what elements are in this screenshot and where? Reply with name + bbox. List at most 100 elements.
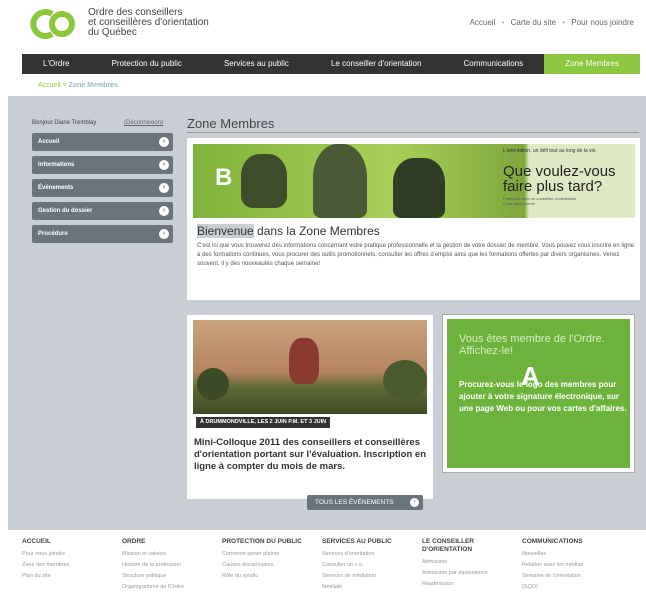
footer-link[interactable]: Nouvelles: [522, 549, 618, 560]
breadcrumb-separator: >: [62, 82, 67, 89]
nav-item-communications[interactable]: Communications: [442, 54, 544, 74]
sidebar-item-label: Gestion du dossier: [38, 208, 93, 214]
footer-link[interactable]: Relation avec les médias: [522, 560, 618, 571]
annotation-marker-b: B: [215, 164, 233, 191]
greeting: Bonjour Diane Tremblay: [32, 120, 97, 126]
event-title-link[interactable]: Mini-Colloque 2011 des conseillers et co…: [194, 437, 430, 473]
footer-column: COMMUNICATIONS Nouvelles Relation avec l…: [522, 538, 622, 596]
site-footer: ACCUEIL Pour nous joindre Zone des membr…: [22, 538, 642, 596]
promo-heading: Vous êtes membre de l'Ordre. Affichez-le…: [459, 333, 605, 357]
chevron-right-icon: ›: [159, 183, 169, 193]
breadcrumb-current: Zone Membres: [68, 82, 118, 89]
title-divider: [187, 132, 639, 133]
chevron-right-icon: ›: [159, 160, 169, 170]
sidebar-item-label: Procédure: [38, 231, 68, 237]
nav-item-conseiller[interactable]: Le conseiller d'orientation: [310, 54, 443, 74]
footer-column: LE CONSEILLER D'ORIENTATION Admission Ad…: [422, 538, 522, 596]
footer-link[interactable]: familiale: [322, 582, 418, 593]
footer-link[interactable]: Organigramme de l'Ordre: [122, 582, 218, 593]
person-image: [289, 338, 319, 384]
util-link-sitemap[interactable]: Carte du site: [511, 18, 556, 27]
footer-heading[interactable]: COMMUNICATIONS: [522, 538, 618, 546]
page-title: Zone Membres: [187, 116, 275, 131]
footer-link[interactable]: Admission: [422, 557, 518, 568]
event-photo[interactable]: [193, 320, 427, 414]
utility-links: Accueil • Carte du site • Pour nous join…: [466, 18, 634, 27]
nav-item-protection[interactable]: Protection du public: [91, 54, 203, 74]
breadcrumb-home[interactable]: Accueil: [38, 82, 61, 89]
promo-text: Procurez-vous le logo des membres pour a…: [459, 380, 627, 413]
sidebar-item-label: Accueil: [38, 139, 60, 145]
logo-text[interactable]: Ordre des conseillers et conseillères d'…: [88, 8, 209, 38]
person-image: [393, 158, 445, 218]
footer-heading[interactable]: ORDRE: [122, 538, 218, 546]
footer-heading[interactable]: PROTECTION DU PUBLIC: [222, 538, 318, 546]
footer-link[interactable]: (SQO): [522, 582, 618, 593]
welcome-heading: Bienvenue dans la Zone Membres: [197, 224, 380, 238]
footer-column: PROTECTION DU PUBLIC Comment porter plai…: [222, 538, 322, 596]
site-header: Ordre des conseillers et conseillères d'…: [0, 0, 646, 52]
button-label: TOUS LES ÉVÉNEMENTS: [315, 499, 394, 506]
banner-small-text: Parlez-en avec un conseiller d'orientati…: [503, 196, 578, 206]
sidebar-item-gestion[interactable]: Gestion du dossier ›: [32, 202, 173, 220]
sidebar-item-evenements[interactable]: Événements ›: [32, 179, 173, 197]
sidebar-item-accueil[interactable]: Accueil ›: [32, 133, 173, 151]
footer-link[interactable]: Admission par équivalence: [422, 568, 518, 579]
chevron-right-icon: ›: [410, 498, 419, 507]
chevron-right-icon: ›: [159, 229, 169, 239]
footer-link[interactable]: Services de médiation: [322, 571, 418, 582]
nav-item-services[interactable]: Services au public: [203, 54, 310, 74]
sidebar-item-informations[interactable]: Informations ›: [32, 156, 173, 174]
breadcrumb: Accueil > Zone Membres: [38, 82, 118, 89]
footer-link[interactable]: Plan du site: [22, 571, 118, 582]
footer-link[interactable]: Semaine de l'orientation: [522, 571, 618, 582]
footer-column: ACCUEIL Pour nous joindre Zone des membr…: [22, 538, 122, 596]
footer-link[interactable]: Mission et valeurs: [122, 549, 218, 560]
logo-icon[interactable]: [30, 8, 76, 40]
footer-link[interactable]: Consulter un c.o.: [322, 560, 418, 571]
person-image: [313, 144, 367, 218]
chevron-right-icon: ›: [159, 137, 169, 147]
banner-question: Que voulez-vous faire plus tard?: [503, 163, 616, 195]
main-nav: L'Ordre Protection du public Services au…: [22, 54, 641, 74]
logo-line: du Québec: [88, 27, 137, 38]
separator-dot: •: [501, 18, 505, 27]
welcome-intro: C'est ici que vous trouverez des informa…: [197, 243, 635, 267]
footer-link[interactable]: Structure politique: [122, 571, 218, 582]
sidebar-menu: Accueil › Informations › Événements › Gesti…: [32, 133, 173, 248]
person-image: [241, 154, 287, 208]
footer-column: ORDRE Mission et valeurs Histoire de la …: [122, 538, 222, 596]
footer-link[interactable]: Causes disciplinaires: [222, 560, 318, 571]
welcome-heading-rest: dans la Zone Membres: [253, 224, 380, 238]
all-events-button[interactable]: TOUS LES ÉVÉNEMENTS ›: [307, 495, 423, 510]
footer-heading[interactable]: LE CONSEILLER D'ORIENTATION: [422, 538, 518, 554]
footer-link[interactable]: Pour nous joindre: [22, 549, 118, 560]
chevron-right-icon: ›: [159, 206, 169, 216]
sidebar-item-label: Informations: [38, 162, 75, 168]
footer-heading[interactable]: ACCUEIL: [22, 538, 118, 546]
logout-link[interactable]: (Déconnexion): [124, 120, 163, 126]
promo-banner[interactable]: B L'orientation, un défi tout au long de…: [193, 144, 635, 218]
footer-column: SERVICES AU PUBLIC Services d'orientatio…: [322, 538, 422, 596]
logo-promo-box[interactable]: Vous êtes membre de l'Ordre. Affichez-le…: [442, 314, 635, 473]
separator-dot: •: [562, 18, 566, 27]
util-link-contact[interactable]: Pour nous joindre: [571, 18, 634, 27]
footer-link[interactable]: Services d'orientation: [322, 549, 418, 560]
sidebar-item-procedure[interactable]: Procédure ›: [32, 225, 173, 243]
footer-link[interactable]: Rôle du syndic: [222, 571, 318, 582]
footer-link[interactable]: Histoire de la profession: [122, 560, 218, 571]
footer-link[interactable]: Zone des membres: [22, 560, 118, 571]
sidebar-item-label: Événements: [38, 185, 74, 191]
nav-item-zone-membres[interactable]: Zone Membres: [544, 54, 641, 74]
footer-link[interactable]: Réadmission: [422, 579, 518, 590]
footer-link[interactable]: Comment porter plainte: [222, 549, 318, 560]
tree-shape: [383, 360, 427, 400]
tree-shape: [197, 368, 229, 400]
banner-tagline: L'orientation, un défi tout au long de l…: [503, 148, 597, 154]
nav-item-ordre[interactable]: L'Ordre: [22, 54, 91, 74]
footer-heading[interactable]: SERVICES AU PUBLIC: [322, 538, 418, 546]
annotation-marker-a: A: [521, 361, 540, 391]
welcome-highlight: Bienvenue: [197, 224, 254, 238]
event-date-label: À DRUMMONDVILLE, LES 2 JUIN P.M. ET 3 JU…: [196, 417, 331, 428]
util-link-accueil[interactable]: Accueil: [470, 18, 496, 27]
